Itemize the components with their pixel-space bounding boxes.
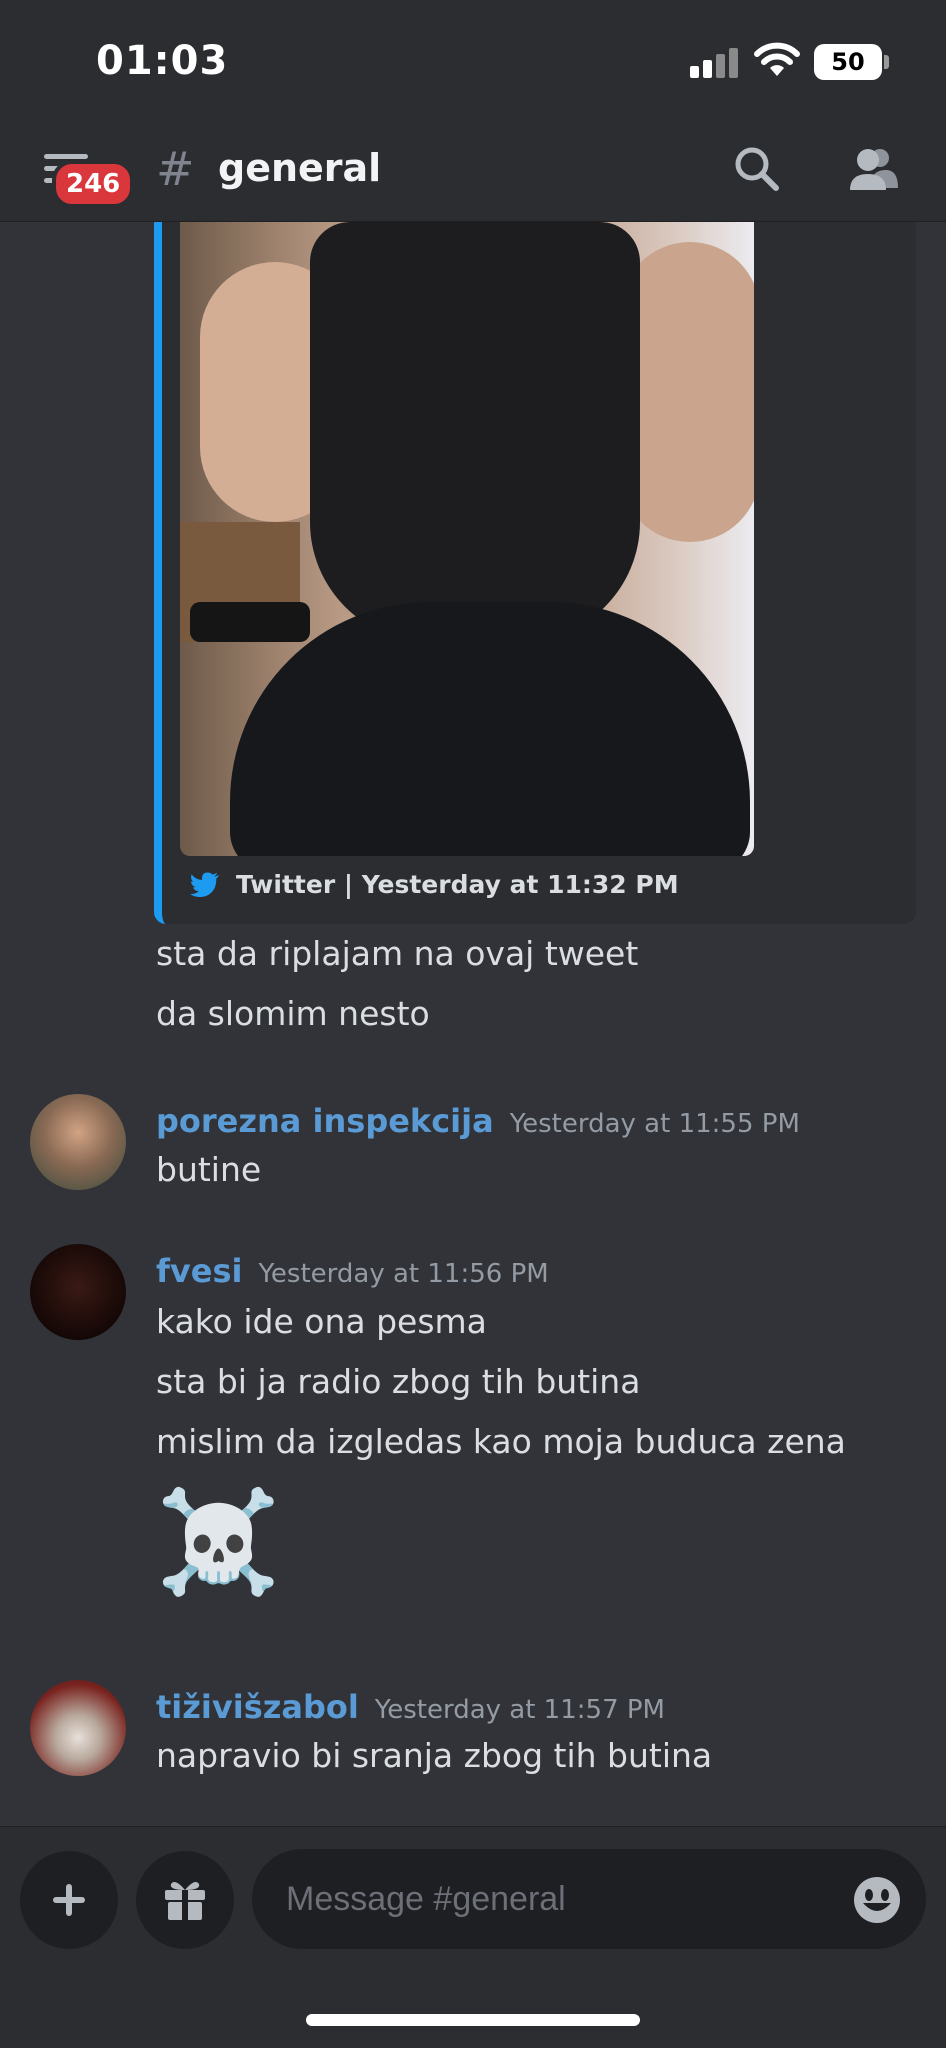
battery-indicator: 50 [814,44,882,80]
channel-name[interactable]: general [218,146,381,190]
embed-footer: Twitter | Yesterday at 11:32 PM [190,870,679,899]
message-composer[interactable] [252,1849,926,1949]
gift-button[interactable] [136,1851,234,1949]
message-line: sta da riplajam na ovaj tweet [156,934,639,973]
message-line: napravio bi sranja zbog tih butina [156,1736,713,1775]
message-line: butine [156,1150,262,1189]
message-timestamp: Yesterday at 11:55 PM [509,1109,800,1139]
message-header: tiživišzabol Yesterday at 11:57 PM [156,1688,665,1726]
channel-hash-icon: # [156,142,195,196]
cellular-signal-icon [690,46,740,78]
twitter-embed[interactable]: Twitter | Yesterday at 11:32 PM [154,222,916,924]
gift-icon [165,1882,205,1920]
username[interactable]: porezna inspekcija [156,1102,494,1140]
message-line: mislim da izgledas kao moja buduca zena [156,1422,846,1461]
embed-source: Twitter | Yesterday at 11:32 PM [236,870,679,899]
embed-image[interactable] [180,222,754,856]
home-indicator[interactable] [306,2014,640,2026]
wifi-icon [754,42,800,76]
add-attachment-button[interactable] [20,1851,118,1949]
avatar[interactable] [30,1680,126,1776]
members-icon[interactable] [846,142,900,196]
message-line: da slomim nesto [156,994,430,1033]
unread-badge: 246 [52,160,135,208]
message-header: porezna inspekcija Yesterday at 11:55 PM [156,1102,800,1140]
message-header: fvesi Yesterday at 11:56 PM [156,1252,549,1290]
message-list[interactable]: Twitter | Yesterday at 11:32 PM sta da r… [0,222,946,1822]
skull-emoji: ☠️ [156,1483,281,1600]
channel-header: 246 # general [0,130,946,222]
message-line: kako ide ona pesma [156,1302,487,1341]
twitter-bird-icon [190,872,219,897]
message-timestamp: Yesterday at 11:56 PM [258,1259,549,1289]
emoji-icon[interactable] [852,1875,902,1925]
status-time: 01:03 [96,38,229,84]
status-bar: 01:03 50 [0,0,946,130]
username[interactable]: fvesi [156,1252,243,1290]
message-timestamp: Yesterday at 11:57 PM [374,1695,665,1725]
message-input[interactable] [286,1849,826,1949]
avatar[interactable] [30,1094,126,1190]
plus-icon [53,1884,85,1916]
username[interactable]: tiživišzabol [156,1688,359,1726]
avatar[interactable] [30,1244,126,1340]
battery-tip [884,55,889,69]
message-line: sta bi ja radio zbog tih butina [156,1362,641,1401]
search-icon[interactable] [732,144,782,194]
